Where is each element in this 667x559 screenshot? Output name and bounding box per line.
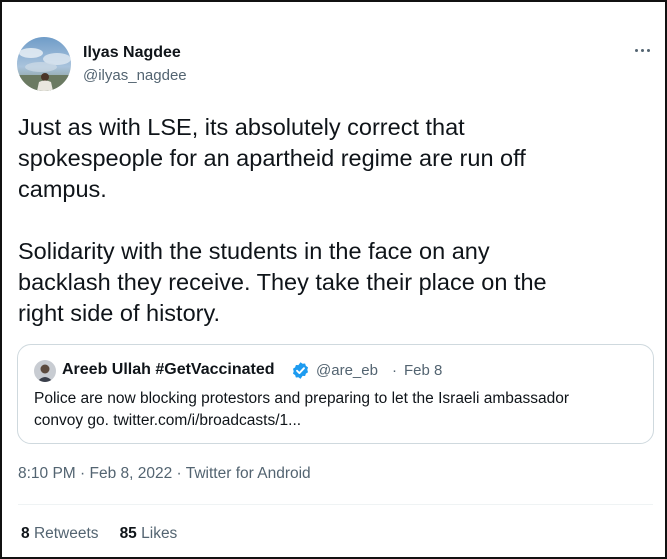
divider bbox=[18, 504, 653, 505]
tweet-source[interactable]: Twitter for Android bbox=[186, 465, 311, 482]
tweet-meta: 8:10 PM · Feb 8, 2022 · Twitter for Andr… bbox=[18, 465, 311, 483]
tweet-card: Ilyas Nagdee @ilyas_nagdee Just as with … bbox=[0, 0, 667, 559]
likes-stat[interactable]: 85 Likes bbox=[120, 525, 178, 543]
retweets-stat[interactable]: 8 Retweets bbox=[21, 525, 99, 543]
tweet-date[interactable]: Feb 8, 2022 bbox=[90, 465, 173, 482]
more-options-icon[interactable] bbox=[629, 40, 655, 60]
quoted-author-handle: @are_eb bbox=[316, 362, 378, 379]
quoted-text: Police are now blocking protestors and p… bbox=[34, 390, 570, 429]
avatar[interactable] bbox=[17, 37, 71, 91]
meta-separator: · bbox=[172, 465, 186, 482]
retweets-label: Retweets bbox=[33, 525, 99, 542]
quoted-separator: · bbox=[392, 362, 397, 379]
author-handle[interactable]: @ilyas_nagdee bbox=[83, 67, 187, 84]
retweets-count: 8 bbox=[21, 525, 30, 542]
tweet-time[interactable]: 8:10 PM bbox=[18, 465, 76, 482]
tweet-stats: 8 Retweets 85 Likes bbox=[21, 525, 177, 543]
author-name[interactable]: Ilyas Nagdee bbox=[83, 44, 181, 62]
quoted-author-name: Areeb Ullah #GetVaccinated bbox=[62, 361, 275, 378]
quoted-tweet[interactable]: Areeb Ullah #GetVaccinated @are_eb · Feb… bbox=[17, 344, 654, 444]
quoted-avatar bbox=[34, 360, 56, 382]
avatar-image bbox=[17, 37, 71, 91]
tweet-text: Just as with LSE, its absolutely correct… bbox=[18, 114, 547, 326]
verified-badge-icon bbox=[291, 361, 310, 380]
quoted-date: Feb 8 bbox=[404, 362, 443, 379]
likes-label: Likes bbox=[141, 525, 178, 542]
meta-separator: · bbox=[75, 465, 90, 482]
likes-count: 85 bbox=[119, 525, 137, 542]
